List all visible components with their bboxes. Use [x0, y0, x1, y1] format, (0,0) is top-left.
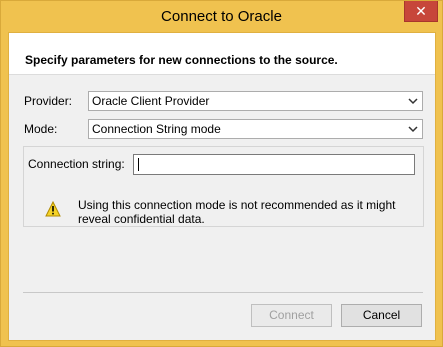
instruction-text: Specify parameters for new connections t… [25, 53, 338, 67]
chevron-down-icon [407, 120, 419, 138]
connection-string-input[interactable] [133, 154, 415, 175]
cancel-button[interactable]: Cancel [341, 304, 422, 327]
provider-value: Oracle Client Provider [92, 94, 210, 108]
dialog-body: Specify parameters for new connections t… [8, 32, 436, 341]
connect-button[interactable]: Connect [251, 304, 332, 327]
warning-icon [45, 200, 61, 217]
connection-string-label: Connection string: [28, 157, 125, 171]
warning-text: Using this connection mode is not recomm… [78, 198, 396, 226]
chevron-down-icon [407, 92, 419, 110]
mode-label: Mode: [24, 122, 58, 136]
close-button[interactable]: ✕ [404, 1, 438, 22]
close-icon: ✕ [415, 3, 427, 19]
text-caret [138, 158, 139, 171]
provider-select[interactable]: Oracle Client Provider [88, 91, 423, 111]
window-title: Connect to Oracle [161, 8, 282, 25]
mode-select[interactable]: Connection String mode [88, 119, 423, 139]
header-panel: Specify parameters for new connections t… [9, 33, 435, 75]
title-bar[interactable]: Connect to Oracle ✕ [1, 1, 442, 32]
mode-value: Connection String mode [92, 122, 221, 136]
provider-label: Provider: [24, 94, 73, 108]
divider [23, 292, 423, 293]
dialog-window: Connect to Oracle ✕ Specify parameters f… [0, 0, 443, 347]
